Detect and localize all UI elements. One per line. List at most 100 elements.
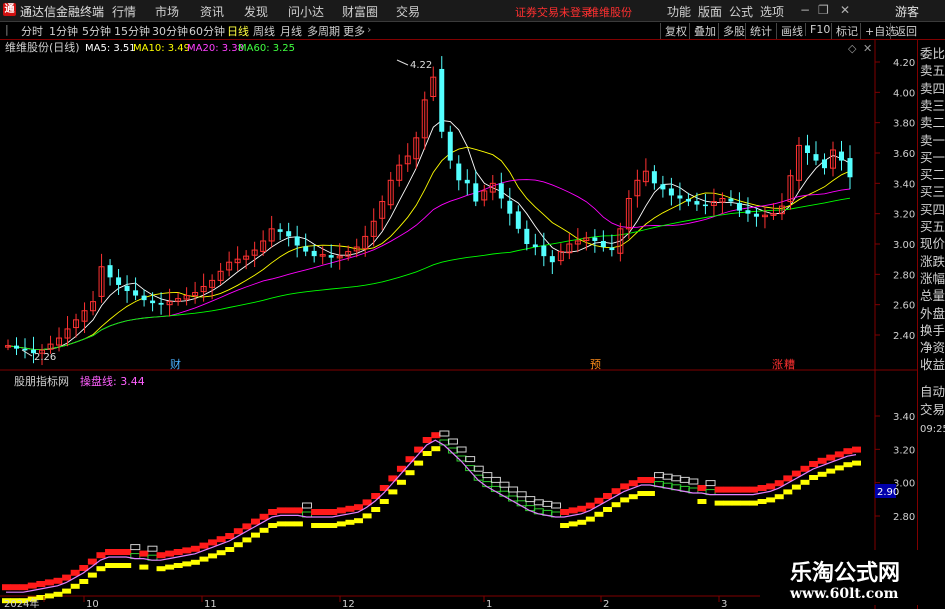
auto-label[interactable]: 自动 (920, 384, 945, 399)
menu-wealth-circle[interactable]: 财富圈 (342, 3, 378, 20)
side-label: 收益 (920, 357, 945, 373)
kline-chart[interactable]: 4.20 4.00 3.80 3.60 3.40 3.20 3.00 2.80 2.60 2.40… (0, 40, 917, 609)
menu-market[interactable]: 市场 (155, 3, 179, 20)
statistics-button[interactable]: 统计 (745, 23, 772, 39)
draw-line-button[interactable]: 画线 (776, 23, 803, 39)
menu-trade[interactable]: 交易 (396, 3, 420, 20)
x-axis: 2024年 10 11 12 1 2 3 (4, 596, 727, 609)
more-chevron-icon[interactable]: › (367, 23, 371, 36)
back-button[interactable]: 返回 (890, 23, 917, 39)
ma20-line (7, 179, 851, 351)
price-tick-label: 2.40 (893, 331, 915, 342)
event-mark-finance[interactable]: 财 (170, 357, 181, 371)
candle-body (150, 300, 156, 304)
restore-rights-button[interactable]: 复权 (660, 23, 687, 39)
menu-function[interactable]: 功能 (667, 3, 691, 20)
menu-ask-xiaoda[interactable]: 问小达 (288, 3, 324, 20)
sub-block-yellow (620, 497, 630, 503)
event-mark-extra[interactable]: 糟 (784, 357, 795, 371)
candle-body (651, 171, 657, 184)
menu-discover[interactable]: 发现 (244, 3, 268, 20)
x-tick-label: 2 (603, 599, 609, 609)
sub-current-value: 2.90 (877, 487, 899, 498)
candle-body (311, 250, 317, 257)
sub-block-yellow (766, 497, 776, 503)
sub-block-red (122, 549, 132, 555)
sub-block-yellow (388, 489, 398, 495)
price-tick-label: 2.80 (893, 270, 915, 281)
ma60-line (7, 197, 851, 351)
event-mark-limit[interactable]: 涨 (772, 358, 783, 371)
multi-stock-button[interactable]: 多股 (718, 23, 745, 39)
candle-body (745, 210, 751, 214)
side-label: 卖一 (920, 132, 945, 148)
sub-block-red (791, 470, 801, 477)
trade-label[interactable]: 交易 (920, 402, 945, 417)
sub-block-yellow (354, 518, 364, 524)
tab-15min[interactable]: 15分钟 (114, 23, 150, 39)
chart-settings-icon[interactable]: ◇ (848, 42, 857, 55)
sub-block-yellow (96, 566, 106, 572)
tab-weekly[interactable]: 周线 (253, 23, 275, 39)
tab-5min[interactable]: 5分钟 (82, 23, 111, 39)
sub-block-red (319, 509, 329, 515)
sub-block-yellow (748, 500, 758, 506)
mark-button[interactable]: 标记 (831, 23, 858, 39)
sub-block-red (379, 485, 389, 491)
tab-30min[interactable]: 30分钟 (152, 23, 188, 39)
sub-block-yellow (216, 550, 226, 556)
sub-block-yellow (560, 523, 570, 528)
close-icon[interactable]: ✕ (840, 3, 850, 17)
candle-body (694, 201, 700, 205)
menu-layout[interactable]: 版面 (698, 3, 722, 20)
price-tick-label: 3.80 (893, 119, 915, 130)
guest-login[interactable]: 游客 (895, 3, 919, 20)
sub-block-white (542, 500, 553, 507)
sub-block-white (499, 481, 510, 488)
minimize-icon[interactable]: − (800, 3, 810, 17)
tab-more[interactable]: 更多 (343, 23, 365, 39)
tab-intraday[interactable]: 分时 (21, 23, 43, 39)
menu-formula[interactable]: 公式 (729, 3, 753, 20)
sub-block-yellow (122, 563, 132, 568)
restore-icon[interactable]: ❐ (818, 3, 829, 17)
tab-multi-period[interactable]: 多周期 (307, 23, 340, 39)
candle-body (685, 198, 691, 202)
sub-block-red (620, 483, 630, 490)
sub-block-green (490, 485, 501, 492)
tab-monthly[interactable]: 月线 (280, 23, 302, 39)
menu-news[interactable]: 资讯 (200, 3, 224, 20)
sub-block-yellow (714, 500, 724, 506)
f10-button[interactable]: F10 (805, 23, 830, 36)
sub-block-red (568, 507, 578, 514)
sub-block-white (508, 486, 519, 493)
sub-block-yellow (293, 521, 303, 527)
event-mark-forecast[interactable]: 预 (590, 358, 601, 371)
sub-block-red (285, 507, 295, 514)
ma60-value: MA60: 3.25 (238, 43, 295, 54)
login-notice[interactable]: 证券交易未登录 (515, 4, 592, 20)
sub-block-red (216, 536, 226, 543)
tab-60min[interactable]: 60分钟 (189, 23, 225, 39)
overlay-button[interactable]: 叠加 (689, 23, 716, 39)
sub-block-red (105, 549, 115, 555)
sub-block-yellow (723, 500, 733, 506)
side-label: 涨幅 (920, 270, 945, 286)
sub-block-yellow (740, 500, 750, 506)
tab-daily[interactable]: 日线 (227, 23, 249, 39)
menu-market-quotes[interactable]: 行情 (112, 3, 136, 20)
x-tick-label: 2024年 (4, 597, 39, 609)
sub-block-yellow (53, 591, 63, 597)
low-annotation: 2.26 (34, 352, 56, 363)
sub-tick-label: 3.40 (893, 412, 915, 423)
sub-block-red (96, 552, 106, 559)
sub-block-red (173, 549, 183, 555)
candle-body (838, 151, 844, 161)
ma20-value: MA20: 3.38 (187, 43, 244, 54)
side-label: 买五 (920, 219, 945, 234)
sub-block-red (414, 446, 424, 453)
price-tick-label: 3.40 (893, 179, 915, 190)
menu-options[interactable]: 选项 (760, 3, 784, 20)
chart-close-icon[interactable]: ✕ (863, 42, 872, 55)
tab-1min[interactable]: 1分钟 (49, 23, 78, 39)
